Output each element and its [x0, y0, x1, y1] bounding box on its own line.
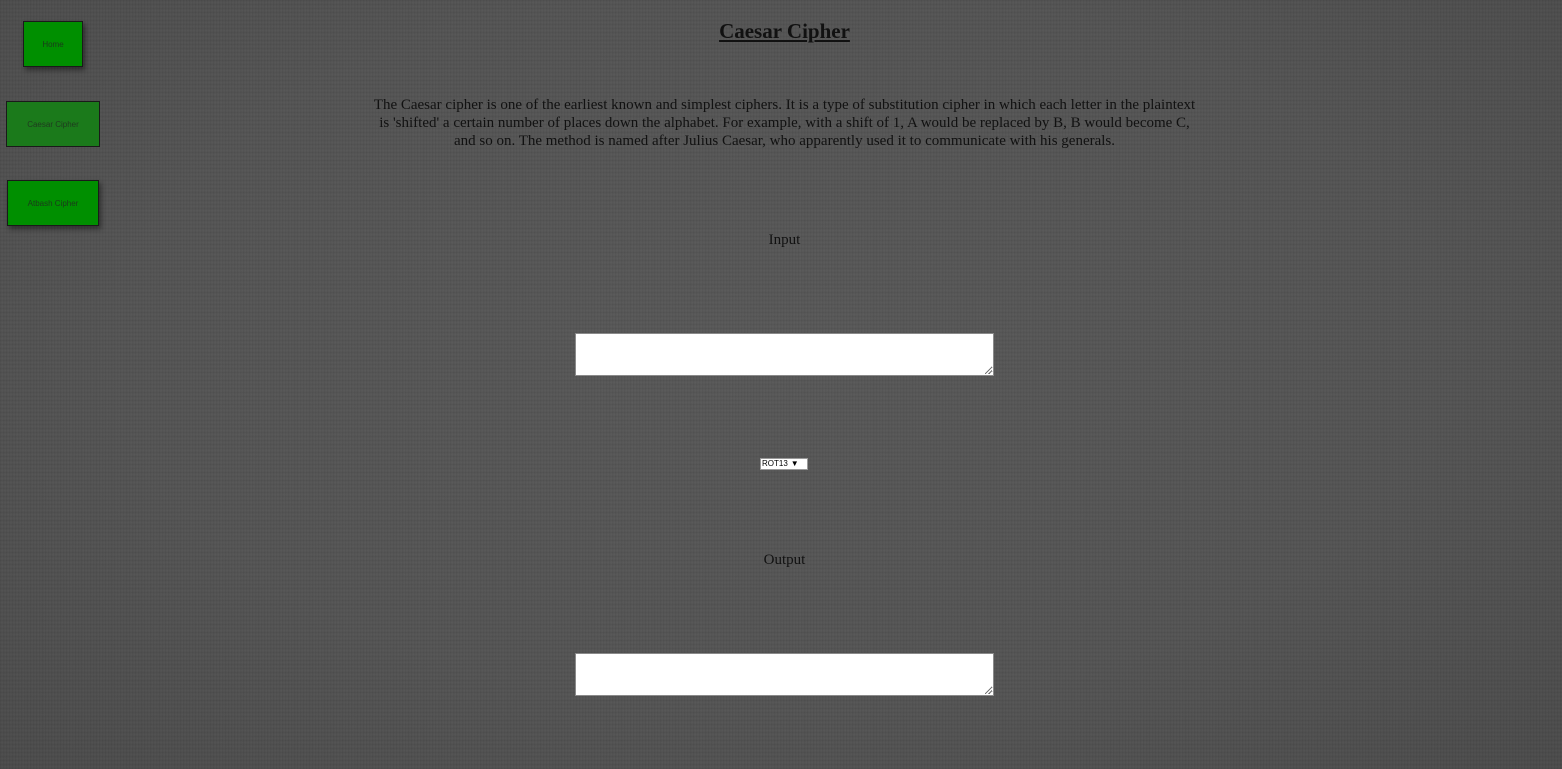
shift-select-value: ROT13	[762, 459, 788, 468]
nav-atbash-cipher-label: Atbash Cipher	[27, 198, 79, 208]
input-textarea[interactable]	[575, 333, 994, 376]
output-label: Output	[763, 552, 806, 568]
nav-atbash-cipher-button[interactable]: Atbash Cipher	[7, 180, 99, 226]
nav-caesar-cipher-label: Caesar Cipher	[27, 119, 79, 129]
shift-select[interactable]: ROT13 ▼	[760, 458, 808, 470]
input-label: Input	[768, 232, 801, 248]
page-title: Caesar Cipher	[719, 19, 850, 43]
triangle-down-icon: ▼	[790, 459, 799, 468]
cipher-description: The Caesar cipher is one of the earliest…	[373, 97, 1196, 149]
nav-caesar-cipher-button[interactable]: Caesar Cipher	[6, 101, 100, 147]
output-textarea[interactable]	[575, 653, 994, 696]
